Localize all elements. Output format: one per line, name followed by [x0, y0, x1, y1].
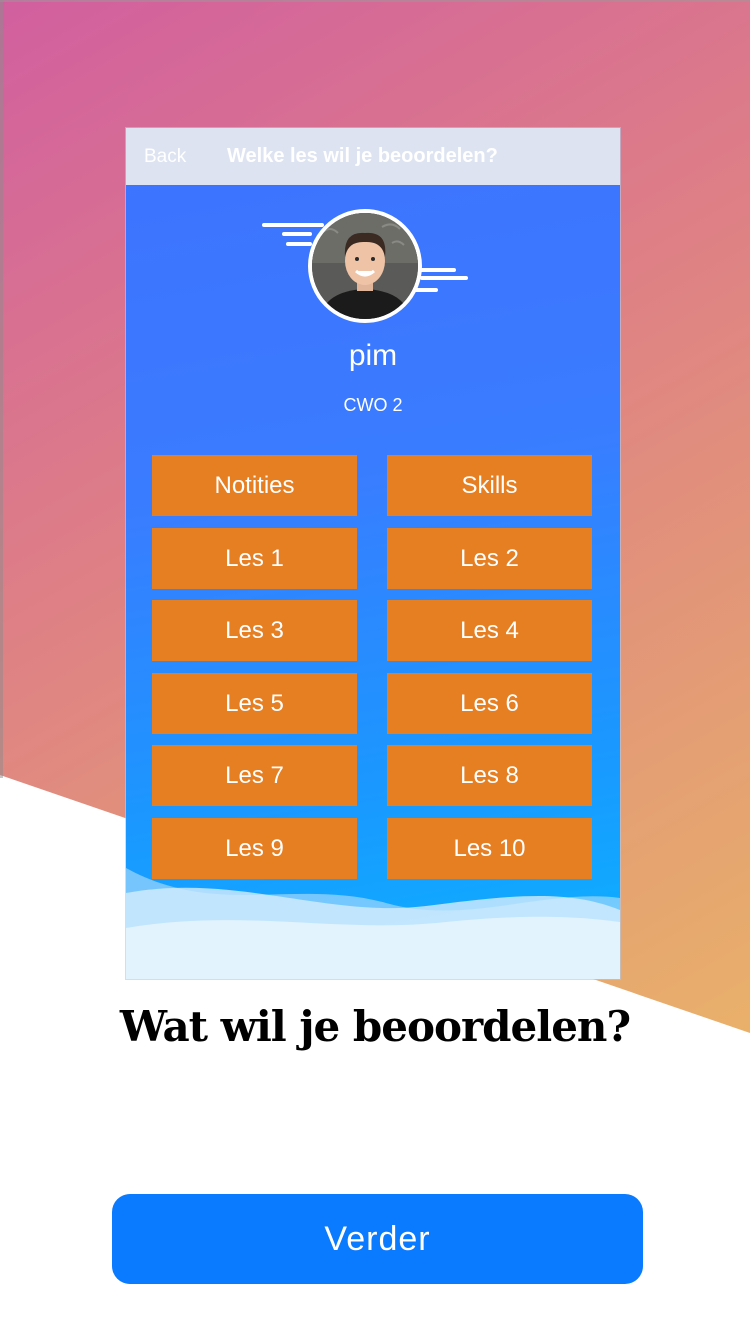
background-top-edge [0, 0, 750, 2]
app-screenshot: Back Welke les wil je beoordelen? pim CW… [126, 128, 620, 979]
nav-title: Welke les wil je beoordelen? [227, 145, 498, 167]
notities-button[interactable]: Notities [152, 455, 357, 516]
page-headline: Wat wil je beoordelen? [119, 1002, 631, 1051]
skills-button[interactable]: Skills [387, 455, 592, 516]
navigation-bar: Back Welke les wil je beoordelen? [126, 128, 620, 185]
avatar-badge [262, 208, 468, 323]
lesson-10-button[interactable]: Les 10 [387, 818, 592, 879]
back-button[interactable]: Back [144, 128, 186, 185]
lesson-1-button[interactable]: Les 1 [152, 528, 357, 589]
avatar [308, 209, 422, 323]
lesson-4-button[interactable]: Les 4 [387, 600, 592, 661]
lesson-9-button[interactable]: Les 9 [152, 818, 357, 879]
lesson-6-button[interactable]: Les 6 [387, 673, 592, 734]
lesson-2-button[interactable]: Les 2 [387, 528, 592, 589]
lesson-5-button[interactable]: Les 5 [152, 673, 357, 734]
lesson-8-button[interactable]: Les 8 [387, 745, 592, 806]
student-level: CWO 2 [343, 395, 403, 415]
continue-button[interactable]: Verder [112, 1194, 643, 1284]
user-photo-icon [312, 213, 418, 319]
lesson-7-button[interactable]: Les 7 [152, 745, 357, 806]
student-name: pim [348, 339, 398, 372]
lesson-3-button[interactable]: Les 3 [152, 600, 357, 661]
background-edge [0, 0, 3, 778]
